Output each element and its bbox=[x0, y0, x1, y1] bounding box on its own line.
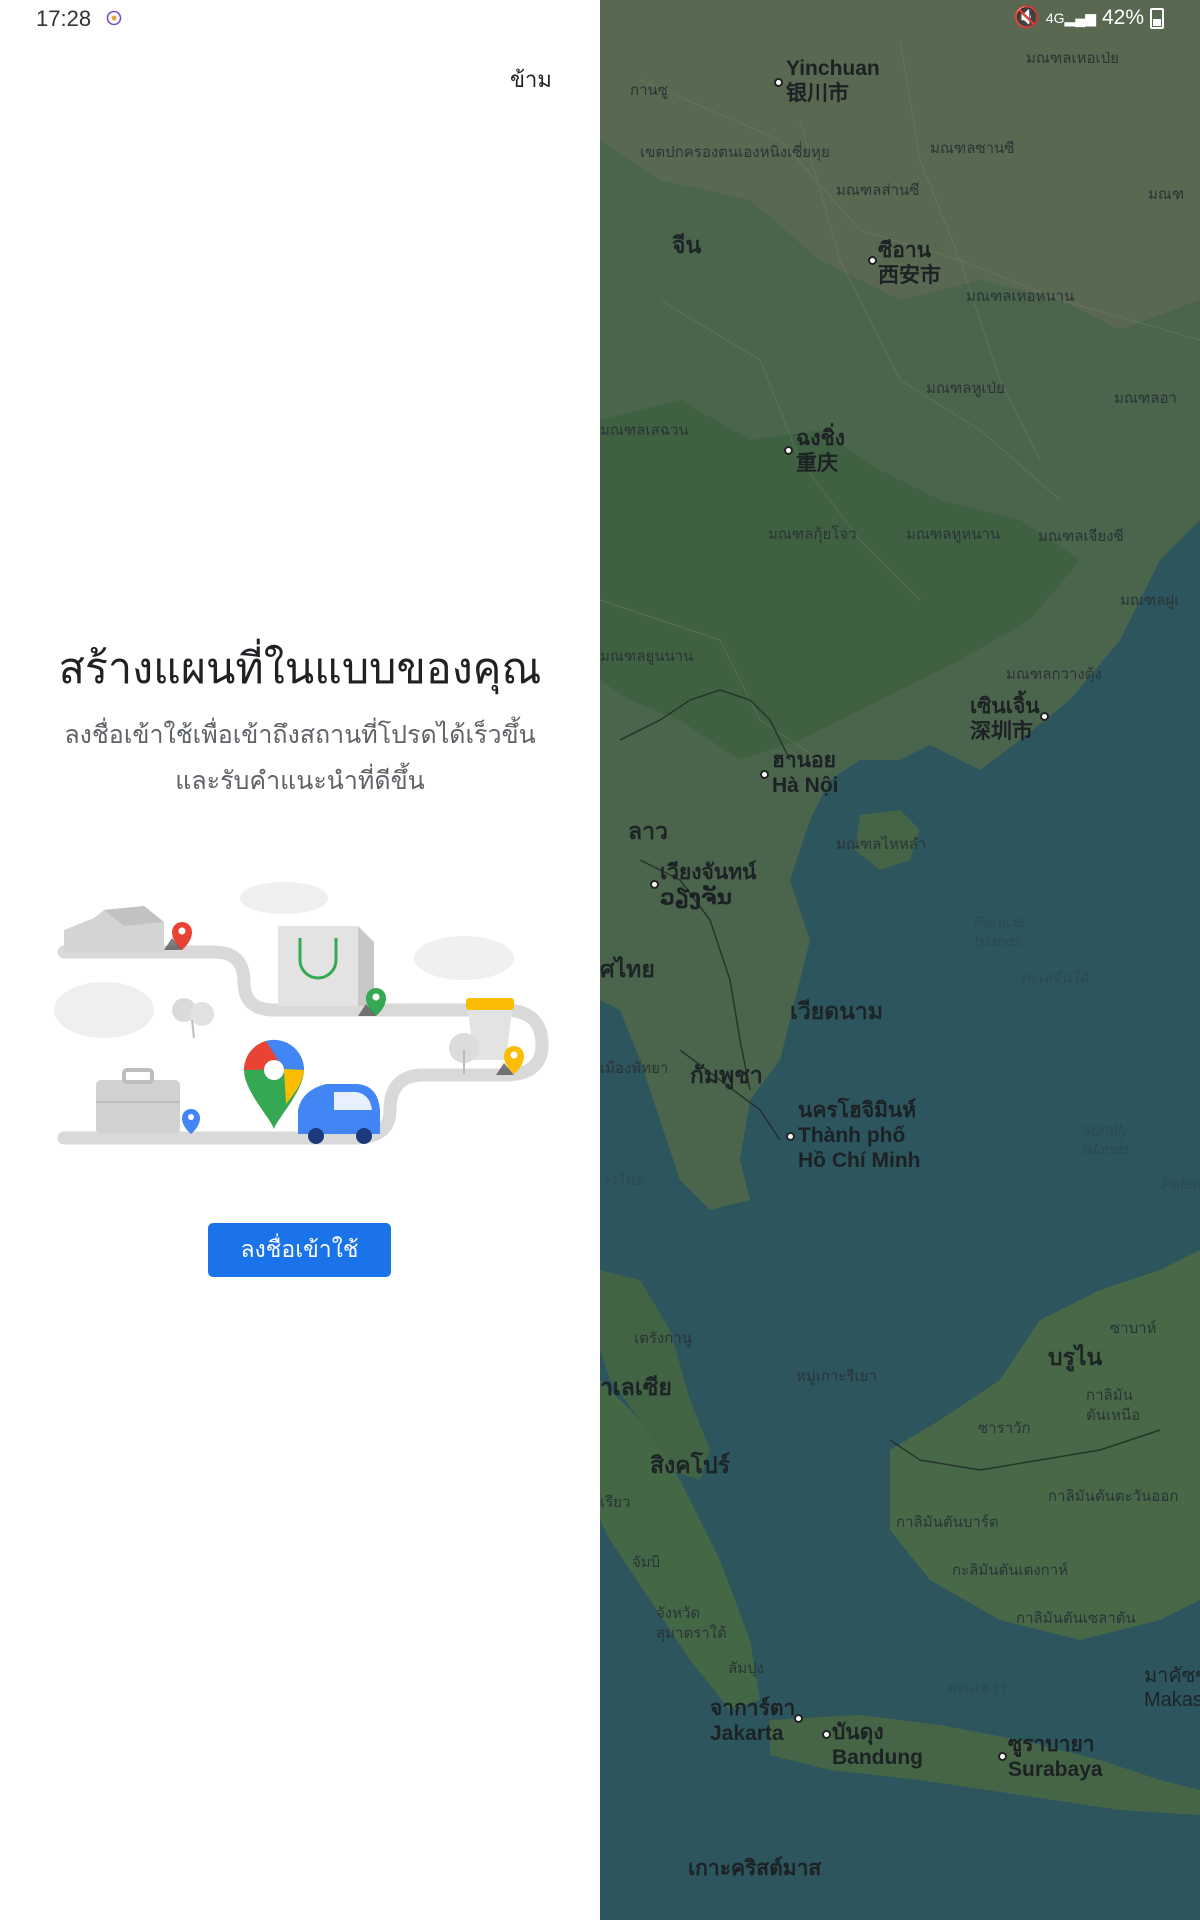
map-label: ซาราวัก bbox=[978, 1420, 1031, 1437]
map-background[interactable]: Yinchuan 银川市 กานซู เขตปกครองตนเองหนิงเซี่… bbox=[600, 0, 1200, 1920]
map-label: มณฑลกวางตุ้ง bbox=[1006, 666, 1102, 683]
map-label: เวียดนาม bbox=[790, 998, 883, 1024]
map-label: Paracel Islands bbox=[974, 914, 1025, 950]
map-label: ฉงชิ่ง 重庆 bbox=[796, 427, 846, 476]
map-label: Spratly Islands bbox=[1082, 1122, 1130, 1158]
map-label: นครโฮจิมินห์ Thành phố Hồ Chí Minh bbox=[798, 1099, 921, 1173]
mute-icon: 🔇 bbox=[1013, 6, 1040, 29]
map-label: กานซู bbox=[630, 82, 668, 99]
city-dot bbox=[786, 1132, 795, 1141]
map-label: กาลิมัน ตันเหนือ bbox=[1086, 1387, 1141, 1424]
map-label: จาการ์ตา Jakarta bbox=[710, 1697, 796, 1746]
city-dot bbox=[868, 256, 877, 265]
map-label: เวียงจันทน์ ວຽງຈັນ bbox=[660, 861, 757, 910]
map-label: ซาบาห์ bbox=[1110, 1320, 1157, 1337]
map-label: ซีอาน 西安市 bbox=[878, 239, 941, 288]
status-time: 17:28 bbox=[36, 6, 92, 31]
map-label: าเลเซีย bbox=[600, 1374, 672, 1400]
map-label: มณฑลเหอเป่ย bbox=[1026, 50, 1119, 67]
city-dot bbox=[794, 1714, 803, 1723]
map-label: มณฑลเหอหนาน bbox=[966, 288, 1075, 305]
signal-icon: 4G▂▄▆ bbox=[1045, 9, 1096, 26]
city-dot bbox=[774, 78, 783, 87]
map-label: ลัมปุง bbox=[728, 1660, 764, 1677]
map-label: Yinchuan 银川市 bbox=[786, 57, 880, 106]
map-label: จัมบิ bbox=[632, 1554, 661, 1571]
signin-button[interactable]: ลงชื่อเข้าใช้ bbox=[208, 1223, 391, 1277]
map-label: มณฑลเจียงซี bbox=[1038, 528, 1124, 545]
map-label: กัมพูชา bbox=[690, 1062, 763, 1088]
map-label: กาลิมันตันบาร์ต bbox=[896, 1514, 999, 1531]
map-label: มณฑลซานซี bbox=[930, 140, 1015, 157]
page-title: สร้างแผนที่ในแบบของคุณ bbox=[58, 645, 542, 693]
map-label: มณฑลหูเป่ย bbox=[926, 380, 1005, 397]
map-label: มณฑลกุ้ยโจว bbox=[768, 526, 857, 543]
map-label: เขตปกครองตนเองหนิงเซี่ยหุย bbox=[640, 144, 830, 161]
city-dot bbox=[822, 1730, 831, 1739]
map-label: มณฑลไหหลำ bbox=[836, 836, 927, 853]
city-dot bbox=[760, 770, 769, 779]
subtitle-line-1: ลงชื่อเข้าใช้เพื่อเข้าถึงสถานที่โปรดได้เ… bbox=[64, 721, 536, 749]
map-label: มณฑ bbox=[1148, 186, 1185, 203]
map-label: มาคัซซMakass bbox=[1144, 1665, 1200, 1711]
map-label: ทะเลจีนใต้ bbox=[1020, 970, 1089, 987]
map-label: ลาว bbox=[628, 818, 668, 844]
map-label: มณฑลฝูเ bbox=[1120, 592, 1180, 609]
personalize-map-illustration bbox=[54, 882, 549, 1145]
map-label: สิงคโปร์ bbox=[650, 1452, 730, 1478]
map-label: เรียว bbox=[600, 1494, 631, 1511]
map-label: Palaw bbox=[1162, 1176, 1200, 1193]
city-dot bbox=[650, 880, 659, 889]
map-label: มณฑลยูนนาน bbox=[600, 648, 694, 665]
map-label: มณฑลเสฉวน bbox=[600, 422, 689, 439]
skip-button[interactable]: ข้าม bbox=[510, 62, 552, 97]
map-label: กาลิมันตันตะวันออก bbox=[1048, 1488, 1179, 1505]
map-label: กะลิมันตันเตงกาห์ bbox=[952, 1562, 1069, 1579]
map-label: เกาะคริสต์มาส bbox=[688, 1857, 822, 1880]
map-label: ซูราบายา Surabaya bbox=[1008, 1733, 1103, 1782]
map-label: ศไทย bbox=[600, 956, 655, 982]
map-label: บรูไน bbox=[1048, 1344, 1103, 1370]
map-label: เตรังกานู bbox=[634, 1330, 693, 1347]
subtitle-line-2: และรับคำแนะนำที่ดีขึ้น bbox=[175, 767, 425, 795]
map-label: บันดุง Bandung bbox=[832, 1721, 923, 1770]
city-dot bbox=[784, 446, 793, 455]
city-dot bbox=[998, 1752, 1007, 1761]
battery-icon bbox=[1150, 7, 1164, 29]
map-label: เมืองพัทยา bbox=[600, 1060, 669, 1077]
map-label: จีน bbox=[672, 232, 702, 258]
battery-percent: 42% bbox=[1101, 6, 1144, 29]
map-label: ฮานอย Hà Nội bbox=[772, 749, 839, 798]
city-dot bbox=[1040, 712, 1049, 721]
map-label: มณฑลส่านซี bbox=[836, 182, 920, 199]
globe-icon bbox=[106, 10, 122, 26]
map-label: กาลิมันตันเซลาตัน bbox=[1016, 1610, 1136, 1627]
map-label: มณฑลหูหนาน bbox=[906, 526, 1001, 543]
map-label: เซินเจิ้น 深圳市 bbox=[970, 695, 1040, 744]
map-label: ทะเลชวา bbox=[946, 1680, 1006, 1697]
signin-panel: 17:28 ข้าม สร้างแผนที่ในแบบของคุณ ลงชื่อ… bbox=[0, 0, 600, 1920]
map-label: มณฑลอา bbox=[1114, 390, 1177, 407]
map-label: หมู่เกาะรีเยา bbox=[796, 1368, 877, 1385]
status-bar-right: 🔇 4G▂▄▆ 42% bbox=[1014, 6, 1164, 30]
map-label: ววไทย bbox=[600, 1172, 644, 1189]
page-subtitle: ลงชื่อเข้าใช้เพื่อเข้าถึงสถานที่โปรดได้เ… bbox=[40, 712, 560, 804]
map-label: จังหวัด สุมาตราใต้ bbox=[656, 1605, 727, 1642]
